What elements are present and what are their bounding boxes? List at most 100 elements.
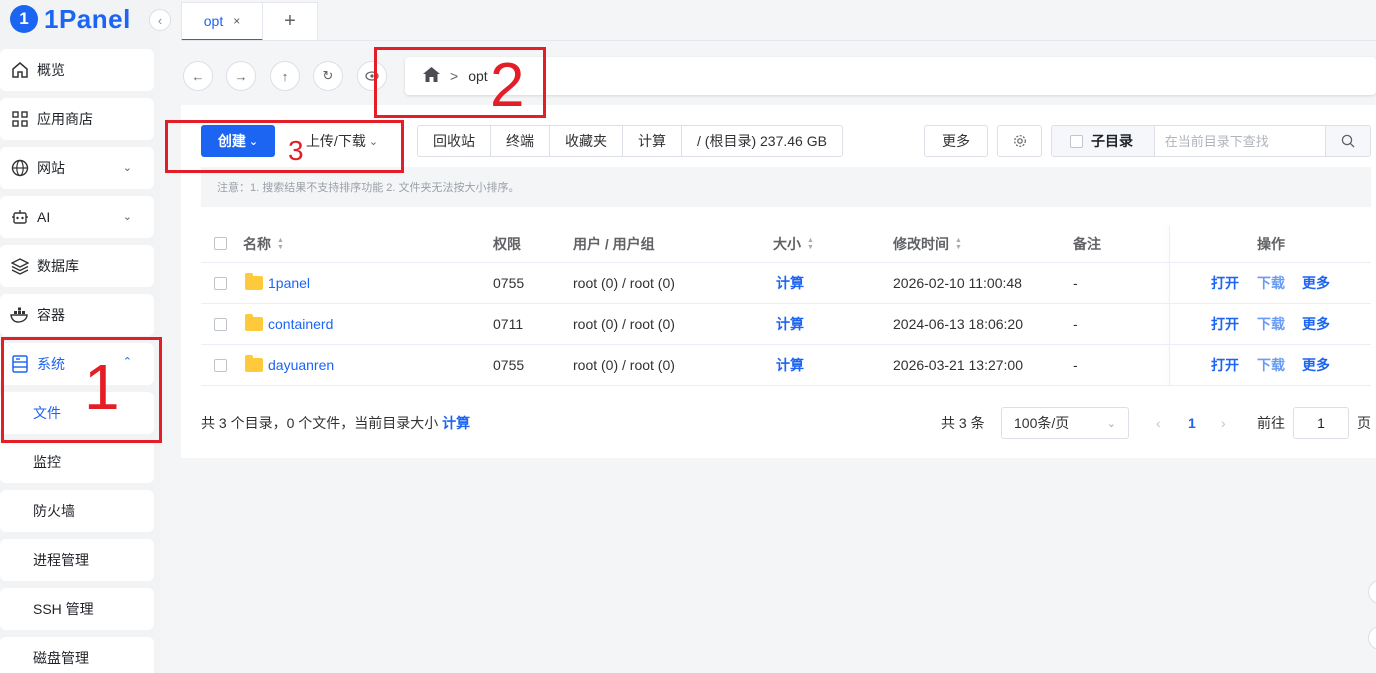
sidebar-item-website[interactable]: 网站 ⌄ (0, 147, 154, 189)
annotation-box-3 (165, 120, 404, 173)
sidebar-item-label: 概览 (37, 62, 65, 78)
table-row: dayuanren 0755 root (0) / root (0) 计算 20… (201, 345, 1371, 386)
sidebar-item-label: 网站 (37, 160, 65, 176)
column-size[interactable]: 大小 ▲ ▼ (773, 225, 814, 262)
sort-icon[interactable]: ▲ ▼ (955, 237, 962, 251)
sidebar-subitem-ssh[interactable]: SSH 管理 (0, 588, 154, 630)
tab-divider (181, 40, 1376, 41)
file-name-link[interactable]: containerd (268, 316, 333, 332)
sidebar-item-label: 防火墙 (33, 503, 75, 519)
column-owner: 用户 / 用户组 (573, 235, 655, 252)
forward-icon[interactable]: → (226, 61, 256, 91)
path-breadcrumb[interactable]: > opt (405, 57, 1376, 95)
column-permission: 权限 (493, 235, 521, 252)
robot-icon (10, 207, 30, 227)
download-link[interactable]: 下载 (1257, 345, 1285, 385)
column-label: 大小 (773, 235, 801, 252)
back-icon[interactable]: ← (183, 61, 213, 91)
add-tab-icon[interactable]: + (263, 2, 318, 41)
sort-icon[interactable]: ▲ ▼ (807, 237, 814, 251)
size-calculate-link[interactable]: 计算 (776, 345, 804, 385)
sidebar-subitem-disk[interactable]: 磁盘管理 (0, 637, 154, 673)
tab-label: opt (203, 13, 224, 29)
size-calculate-link[interactable]: 计算 (776, 263, 804, 303)
goto-page-input[interactable]: 1 (1293, 407, 1349, 439)
more-link[interactable]: 更多 (1302, 304, 1330, 344)
sidebar-subitem-monitor[interactable]: 监控 (0, 441, 154, 483)
row-checkbox[interactable] (214, 263, 227, 303)
sidebar-subitem-firewall[interactable]: 防火墙 (0, 490, 154, 532)
row-checkbox[interactable] (214, 304, 227, 344)
brand-logo[interactable]: 1 1Panel (10, 4, 131, 34)
search-icon[interactable] (1324, 126, 1370, 156)
sidebar-item-overview[interactable]: 概览 (0, 49, 154, 91)
subdirectory-toggle[interactable]: 子目录 (1052, 126, 1155, 156)
search-input[interactable] (1154, 126, 1325, 156)
open-link[interactable]: 打开 (1211, 304, 1239, 344)
file-name-cell[interactable]: containerd (245, 304, 333, 344)
permission-cell: 0755 (493, 357, 525, 373)
chevron-down-icon: ⌄ (1106, 417, 1116, 430)
page-number-current[interactable]: 1 (1188, 407, 1196, 439)
owner-cell: root (0) / root (0) (573, 316, 675, 332)
open-link[interactable]: 打开 (1211, 345, 1239, 385)
modified-cell: 2026-03-21 13:27:00 (893, 357, 1023, 373)
summary-calculate-link[interactable]: 计算 (442, 415, 470, 431)
file-name-cell[interactable]: dayuanren (245, 345, 334, 385)
tab-opt[interactable]: opt × (181, 2, 263, 41)
sidebar-item-container[interactable]: 容器 (0, 294, 154, 336)
subdirectory-label: 子目录 (1091, 133, 1133, 149)
terminal-button[interactable]: 终端 (491, 126, 550, 156)
floating-button[interactable] (1368, 580, 1376, 604)
column-label: 名称 (243, 235, 271, 252)
remark-cell: - (1073, 357, 1078, 373)
sidebar-item-database[interactable]: 数据库 (0, 245, 154, 287)
size-calculate-link[interactable]: 计算 (776, 304, 804, 344)
open-link[interactable]: 打开 (1211, 263, 1239, 303)
floating-button[interactable] (1368, 626, 1376, 650)
file-name-cell[interactable]: 1panel (245, 263, 310, 303)
globe-icon (10, 158, 30, 178)
download-link[interactable]: 下载 (1257, 304, 1285, 344)
directory-summary: 共 3 个目录，0 个文件，当前目录大小 计算 (201, 413, 470, 433)
file-name-link[interactable]: 1panel (268, 275, 310, 291)
page-size-select[interactable]: 100条/页 ⌄ (1001, 407, 1129, 439)
notice-banner: 注意：1. 搜索结果不支持排序功能 2. 文件夹无法按大小排序。 (201, 167, 1371, 207)
download-link[interactable]: 下载 (1257, 263, 1285, 303)
sidebar-item-label: AI (37, 209, 51, 225)
prev-page-icon[interactable]: ‹ (1156, 407, 1161, 439)
tab-bar: opt × + (181, 2, 318, 41)
close-icon[interactable]: × (233, 14, 240, 28)
collapse-sidebar-icon[interactable]: ‹ (149, 9, 171, 31)
column-modified[interactable]: 修改时间 ▲ ▼ (893, 225, 962, 262)
favorites-button[interactable]: 收藏夹 (550, 126, 623, 156)
up-icon[interactable]: ↑ (270, 61, 300, 91)
subdirectory-checkbox[interactable] (1070, 134, 1083, 148)
row-checkbox[interactable] (214, 345, 227, 385)
table-row: containerd 0711 root (0) / root (0) 计算 2… (201, 304, 1371, 345)
sidebar-item-ai[interactable]: AI ⌄ (0, 196, 154, 238)
sidebar-item-label: 容器 (37, 307, 65, 323)
column-name[interactable]: 名称 ▲ ▼ (243, 225, 284, 262)
grid-icon (10, 109, 30, 129)
sidebar-item-label: 数据库 (37, 258, 79, 274)
logo-mark-icon: 1 (10, 5, 38, 33)
owner-cell: root (0) / root (0) (573, 275, 675, 291)
sidebar-item-app-store[interactable]: 应用商店 (0, 98, 154, 140)
next-page-icon[interactable]: › (1221, 407, 1226, 439)
fixed-column-divider (1169, 225, 1170, 386)
modified-cell: 2024-06-13 18:06:20 (893, 316, 1023, 332)
more-link[interactable]: 更多 (1302, 263, 1330, 303)
permission-cell: 0711 (493, 316, 524, 332)
calculate-button[interactable]: 计算 (623, 126, 682, 156)
settings-gear-icon[interactable] (997, 125, 1042, 157)
root-disk-button[interactable]: / (根目录) 237.46 GB (682, 126, 842, 156)
select-all-checkbox[interactable] (214, 225, 227, 262)
file-name-link[interactable]: dayuanren (268, 357, 334, 373)
more-button[interactable]: 更多 (924, 125, 988, 157)
sort-icon[interactable]: ▲ ▼ (277, 237, 284, 251)
sidebar-subitem-process[interactable]: 进程管理 (0, 539, 154, 581)
recycle-bin-button[interactable]: 回收站 (418, 126, 491, 156)
refresh-icon[interactable]: ↻ (313, 61, 343, 91)
more-link[interactable]: 更多 (1302, 345, 1330, 385)
